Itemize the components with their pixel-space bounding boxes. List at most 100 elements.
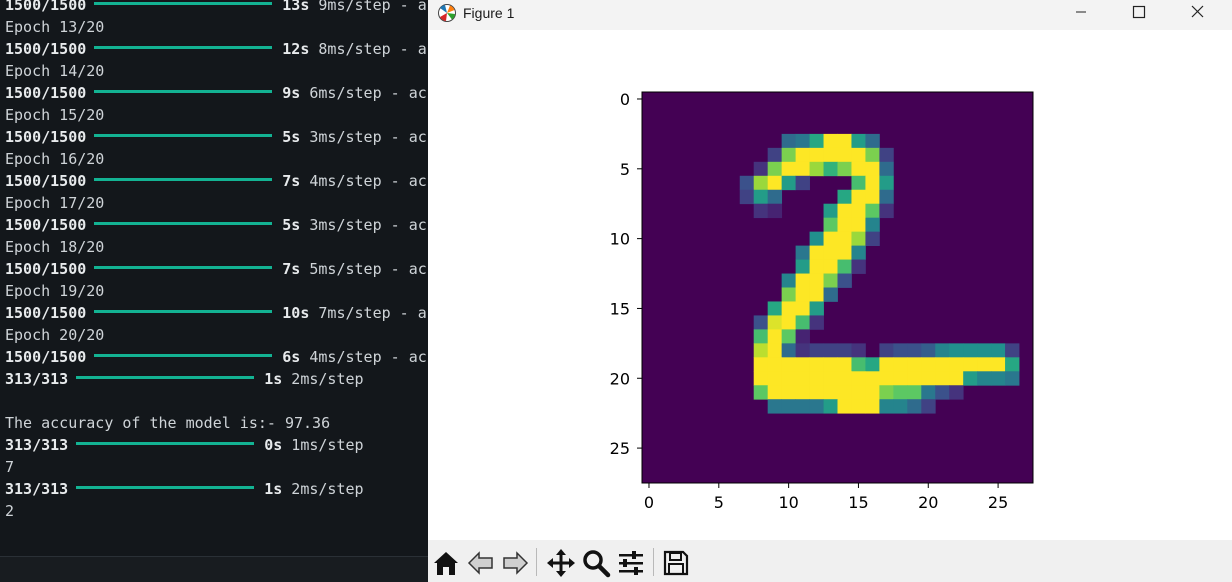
step-rate: 8ms/step: [309, 40, 391, 58]
elapsed-time: 5s: [282, 128, 301, 146]
close-button[interactable]: [1174, 0, 1220, 30]
heatmap-cell: [781, 399, 796, 414]
progress-bar: [94, 2, 273, 5]
step-count: 313/313: [5, 436, 69, 454]
configure-subplots-button[interactable]: [616, 548, 646, 578]
heatmap-cell: [907, 371, 922, 386]
heatmap-cell: [767, 161, 783, 177]
y-tick-label: 15: [610, 299, 630, 318]
heatmap-cell: [753, 175, 769, 191]
truncated-metrics: - ac: [381, 128, 427, 146]
forward-button[interactable]: [500, 548, 530, 578]
heatmap-cell: [949, 385, 964, 400]
heatmap-cell: [837, 217, 852, 233]
heatmap-cell: [753, 189, 769, 205]
heatmap-cell: [753, 385, 769, 400]
heatmap-cell: [851, 133, 866, 149]
step-rate: 6ms/step: [300, 84, 382, 102]
save-icon: [663, 550, 689, 576]
zoom-button[interactable]: [581, 548, 611, 578]
step-rate: 1ms/step: [282, 436, 364, 454]
heatmap-cell: [1005, 371, 1020, 386]
heatmap-cell: [753, 343, 769, 358]
heatmap-cell: [809, 315, 824, 330]
heatmap-cell: [823, 231, 838, 246]
heatmap-cell: [781, 273, 796, 288]
heatmap-cell: [865, 175, 880, 191]
heatmap-cell: [879, 399, 894, 414]
heatmap-cell: [823, 371, 838, 386]
heatmap-cell: [879, 357, 894, 372]
elapsed-time: 9s: [282, 84, 301, 102]
maximize-button[interactable]: [1116, 0, 1162, 30]
progress-line: 313/313 1s 2ms/step: [5, 478, 364, 500]
step-count: 1500/1500: [5, 84, 87, 102]
progress-line: 313/313 1s 2ms/step: [5, 368, 364, 390]
output-text-line: Epoch 14/20: [5, 62, 105, 80]
minimize-button[interactable]: [1058, 0, 1104, 30]
output-text-line: Epoch 20/20: [5, 326, 105, 344]
elapsed-time: 0s: [264, 436, 283, 454]
progress-line: 1500/1500 7s 5ms/step - ac: [5, 258, 427, 280]
step-count: 1500/1500: [5, 128, 87, 146]
heatmap-cell: [851, 259, 866, 274]
step-rate: 2ms/step: [282, 370, 364, 388]
progress-bar: [94, 222, 273, 225]
configure-subplots-icon: [619, 551, 643, 575]
heatmap-cell: [795, 133, 810, 149]
heatmap-cell: [977, 357, 992, 372]
output-text-line: Epoch 17/20: [5, 194, 105, 212]
heatmap-cell: [795, 329, 810, 344]
heatmap-cell: [935, 385, 950, 400]
figure-window[interactable]: Figure 1 0 5 10 15 20 25 0 5 10 15 20 25: [428, 0, 1232, 582]
heatmap-cell: [837, 273, 852, 288]
heatmap-cell: [809, 231, 824, 246]
heatmap-cell: [795, 343, 810, 358]
heatmap-cell: [851, 385, 866, 400]
heatmap-cell: [851, 357, 866, 372]
heatmap-cell: [851, 203, 866, 219]
heatmap-cell: [879, 161, 894, 177]
heatmap-cell: [767, 399, 783, 414]
progress-bar: [76, 442, 255, 445]
progress-bar: [94, 90, 273, 93]
heatmap-cell: [767, 371, 783, 386]
heatmap-cell: [921, 357, 936, 372]
elapsed-time: 5s: [282, 216, 301, 234]
heatmap-cell: [837, 385, 852, 400]
heatmap-cell: [935, 371, 950, 386]
heatmap-cell: [865, 161, 880, 177]
heatmap-cell: [809, 259, 824, 274]
heatmap-cell: [879, 147, 894, 163]
heatmap-cell: [809, 357, 824, 372]
heatmap-cell: [879, 343, 894, 358]
window-titlebar[interactable]: Figure 1: [428, 0, 1232, 30]
y-tick-label: 10: [610, 230, 630, 249]
heatmap-cell: [921, 371, 936, 386]
close-icon: [1191, 5, 1204, 18]
home-button[interactable]: [431, 548, 461, 578]
heatmap-cell: [851, 175, 866, 191]
output-text-line: 7: [5, 458, 15, 476]
step-rate: 5ms/step: [300, 260, 382, 278]
heatmap-cell: [907, 399, 922, 414]
window-title: Figure 1: [463, 5, 515, 21]
heatmap-cell: [809, 301, 824, 316]
save-button[interactable]: [661, 548, 691, 578]
truncated-metrics: - ac: [381, 348, 427, 366]
heatmap-cell: [949, 357, 964, 372]
elapsed-time: 13s: [282, 0, 310, 14]
heatmap-cell: [767, 175, 783, 191]
progress-line: 1500/1500 12s 8ms/step - a: [5, 38, 427, 60]
terminal-panel[interactable]: 1500/1500 13s 9ms/step - a Epoch 13/20 1500…: [0, 0, 428, 582]
heatmap-cell: [935, 343, 950, 358]
plot-canvas[interactable]: 0 5 10 15 20 25 0 5 10 15 20 25: [428, 30, 1232, 540]
back-button[interactable]: [466, 548, 496, 578]
heatmap-cell: [865, 231, 880, 246]
heatmap-cell: [823, 259, 838, 274]
heatmap-cell: [753, 329, 769, 344]
x-tick-label: 15: [848, 493, 868, 512]
matplotlib-logo-icon: [438, 4, 456, 22]
heatmap-cell: [851, 147, 866, 163]
pan-button[interactable]: [546, 548, 576, 578]
